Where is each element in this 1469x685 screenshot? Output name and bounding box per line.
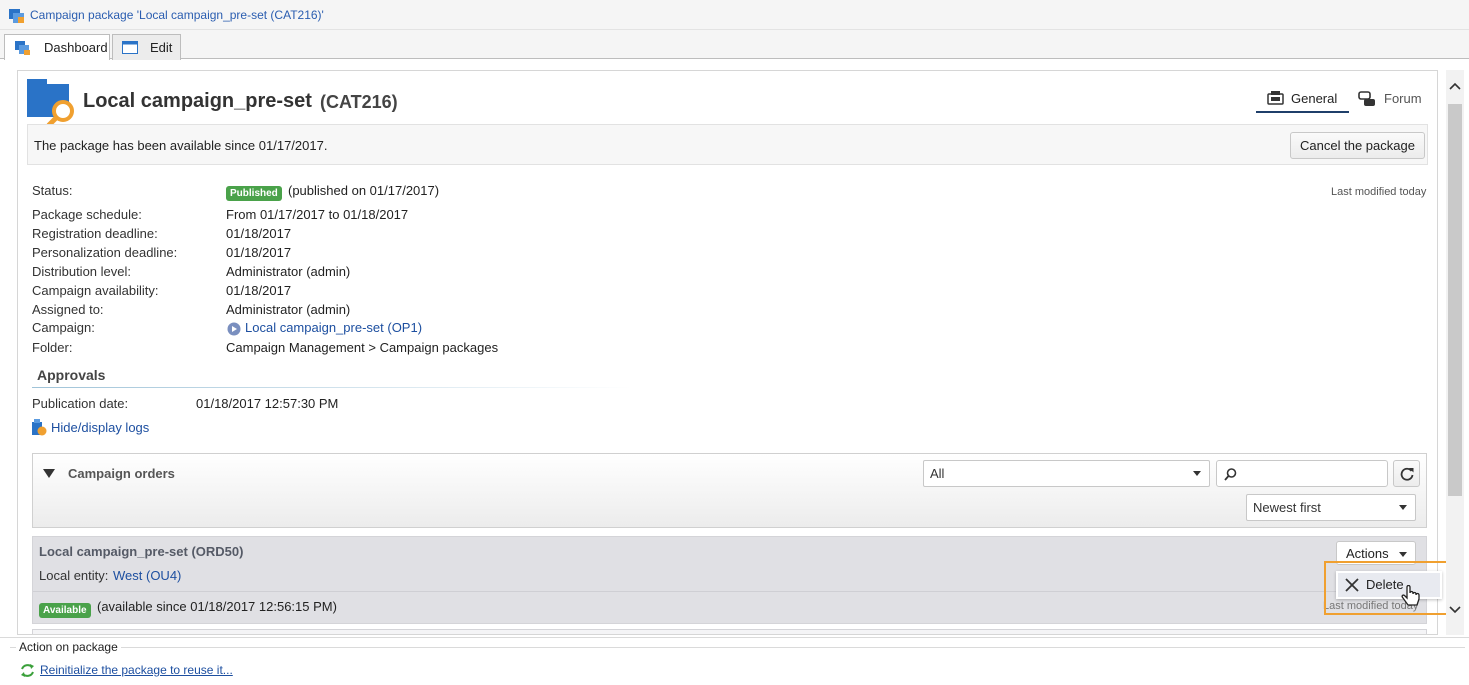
available-badge: Available: [39, 603, 91, 618]
distribution-level-label: Distribution level:: [32, 264, 131, 279]
chevron-down-icon: [1193, 471, 1201, 476]
scroll-down-icon[interactable]: [1449, 606, 1461, 614]
order-item[interactable]: Local campaign_pre-set (ORD50) Local ent…: [32, 536, 1428, 624]
status-text: (published on 01/17/2017): [288, 183, 440, 198]
hand-cursor-icon: [1401, 585, 1420, 606]
orders-search-input[interactable]: [1216, 460, 1388, 487]
campaign-availability-value: 01/18/2017: [226, 283, 292, 298]
registration-deadline-label: Registration deadline:: [32, 226, 158, 241]
actions-button-label: Actions: [1346, 546, 1389, 561]
tab-forum[interactable]: Forum: [1352, 85, 1432, 113]
tab-dashboard-label: Dashboard: [44, 40, 108, 55]
refresh-button[interactable]: [1393, 460, 1420, 487]
personalization-deadline-label: Personalization deadline:: [32, 245, 178, 260]
campaign-orders-panel: Campaign orders All Newest first: [32, 453, 1427, 528]
tab-forum-label: Forum: [1384, 91, 1422, 106]
next-order-item: [32, 629, 1427, 634]
registration-deadline-value: 01/18/2017: [226, 226, 292, 241]
order-divider: [33, 591, 1428, 592]
reinitialize-package-link[interactable]: Reinitialize the package to reuse it...: [40, 663, 233, 677]
logs-icon: [32, 419, 47, 436]
local-entity-link[interactable]: West (OU4): [113, 568, 181, 583]
publication-date-label: Publication date:: [32, 396, 129, 411]
tab-dashboard[interactable]: Dashboard: [4, 34, 110, 60]
orders-filter-select[interactable]: All: [923, 460, 1210, 487]
vertical-scrollbar[interactable]: [1446, 70, 1464, 635]
available-badge-wrap: Available: [39, 601, 91, 618]
sort-order-value: Newest first: [1253, 500, 1321, 515]
campaign-availability-label: Campaign availability:: [32, 283, 159, 298]
sort-order-select[interactable]: Newest first: [1246, 494, 1416, 521]
campaign-label: Campaign:: [32, 320, 95, 335]
folder-label: Folder:: [32, 340, 73, 355]
refresh-icon: [1400, 467, 1414, 481]
menu-item-delete[interactable]: Delete: [1338, 573, 1440, 597]
distribution-level-value: Administrator (admin): [226, 264, 351, 279]
page-title: Local campaign_pre-set: [83, 90, 312, 112]
campaign-link[interactable]: Local campaign_pre-set (OP1): [245, 320, 422, 335]
tab-general-label: General: [1291, 91, 1338, 106]
status-label: Status:: [32, 183, 73, 198]
publication-date-value: 01/18/2017 12:57:30 PM: [196, 396, 339, 411]
actions-menu: Delete: [1336, 571, 1442, 599]
scroll-up-icon[interactable]: [1449, 82, 1461, 90]
schedule-label: Package schedule:: [32, 207, 142, 222]
status-badge-wrap: Published: [226, 184, 282, 201]
tab-general[interactable]: General: [1256, 85, 1349, 113]
folder-value: Campaign Management > Campaign packages: [226, 340, 499, 355]
tab-bar: Dashboard Edit: [0, 30, 1469, 60]
availability-message: The package has been available since 01/…: [34, 138, 328, 153]
status-badge: Published: [226, 186, 282, 201]
package-icon: [9, 9, 24, 23]
dashboard-content: Local campaign_pre-set (CAT216) General …: [17, 70, 1438, 635]
available-since-text: (available since 01/18/2017 12:56:15 PM): [97, 599, 337, 614]
general-icon: [1267, 91, 1284, 105]
reinitialize-icon: [21, 664, 34, 677]
search-icon: [1224, 468, 1237, 481]
hide-display-logs-link[interactable]: Hide/display logs: [51, 420, 149, 435]
bottom-divider: [10, 647, 1465, 648]
approvals-heading: Approvals: [37, 367, 106, 383]
package-code: (CAT216): [320, 92, 398, 112]
tab-edit[interactable]: Edit: [112, 34, 181, 60]
action-on-package-heading: Action on package: [16, 640, 121, 654]
schedule-value: From 01/17/2017 to 01/18/2017: [226, 207, 409, 222]
action-on-package-panel: Action on package Reinitialize the packa…: [0, 637, 1469, 685]
window-title-bar: Campaign package 'Local campaign_pre-set…: [0, 0, 1469, 30]
campaign-package-icon: [27, 79, 74, 125]
menu-item-delete-label: Delete: [1366, 577, 1404, 592]
info-bar: The package has been available since 01/…: [27, 124, 1428, 165]
collapse-triangle-icon[interactable]: [43, 469, 55, 479]
forum-icon: [1358, 91, 1375, 106]
local-entity-label: Local entity:: [39, 568, 109, 583]
orders-filter-value: All: [930, 466, 945, 481]
window-title: Campaign package 'Local campaign_pre-set…: [30, 8, 324, 22]
chevron-down-icon: [1399, 552, 1407, 557]
assigned-to-value: Administrator (admin): [226, 302, 351, 317]
edit-icon: [122, 41, 138, 54]
scrollbar-thumb[interactable]: [1448, 104, 1462, 496]
dashboard-icon: [15, 41, 30, 55]
campaign-orders-heading: Campaign orders: [68, 466, 175, 481]
order-title: Local campaign_pre-set (ORD50): [39, 544, 244, 559]
tab-edit-label: Edit: [150, 40, 173, 55]
assigned-to-label: Assigned to:: [32, 302, 104, 317]
chevron-down-icon: [1399, 505, 1407, 510]
personalization-deadline-value: 01/18/2017: [226, 245, 292, 260]
last-modified: Last modified today: [1331, 186, 1427, 198]
close-icon: [1345, 578, 1359, 592]
cancel-package-button[interactable]: Cancel the package: [1290, 132, 1425, 159]
approvals-divider: [32, 387, 632, 388]
campaign-play-icon: [227, 322, 241, 336]
